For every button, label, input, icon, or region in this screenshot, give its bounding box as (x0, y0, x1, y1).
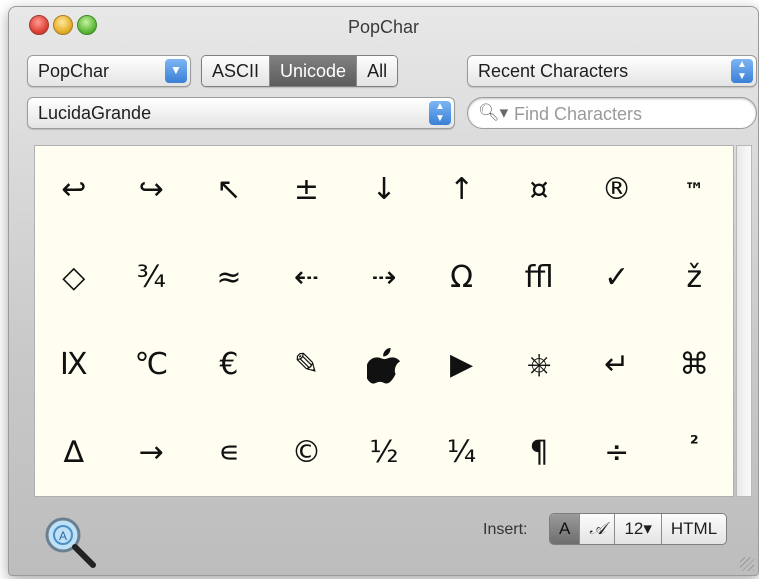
insert-html-button[interactable]: HTML (661, 514, 727, 544)
character-cell[interactable]: ⎈ (500, 321, 578, 409)
character-cell[interactable]: ✎ (268, 321, 346, 409)
character-cell[interactable]: ≈ (190, 234, 268, 322)
character-cell[interactable]: ∆ (35, 409, 113, 497)
character-cell[interactable]: ² (655, 409, 733, 497)
up-down-chevron-icon: ▲ ▼ (731, 59, 753, 83)
character-cell[interactable]: ⌘ (655, 321, 733, 409)
character-cell[interactable]: ¶ (500, 409, 578, 497)
character-cell[interactable]: ½ (345, 409, 423, 497)
character-cell[interactable]: ± (268, 146, 346, 234)
character-cell[interactable]: ✓ (578, 234, 656, 322)
character-cell[interactable]: © (268, 409, 346, 497)
character-cell[interactable]: ↑ (423, 146, 501, 234)
character-cell[interactable]: → (113, 409, 191, 497)
mode-unicode-button[interactable]: Unicode (270, 56, 358, 86)
up-down-chevron-icon: ▲ ▼ (429, 101, 451, 125)
character-cell[interactable]: ¼ (423, 409, 501, 497)
insert-format-segmented-control: A 𝒜 12▾ HTML (549, 513, 728, 545)
svg-text:A: A (59, 529, 67, 543)
character-cell[interactable]: ↵ (578, 321, 656, 409)
view-selector-label: Recent Characters (478, 61, 629, 81)
view-selector-popup[interactable]: Recent Characters ▲ ▼ (467, 55, 757, 87)
character-cell[interactable]: € (190, 321, 268, 409)
window-title: PopChar (347, 17, 420, 37)
character-cell[interactable]: ¤ (500, 146, 578, 234)
character-cell[interactable]: ▶ (423, 321, 501, 409)
character-cell[interactable]: ﬄ (500, 234, 578, 322)
find-characters-search: 🔍︎▾ (467, 97, 757, 129)
insert-size-button[interactable]: 12▾ (615, 514, 662, 544)
character-cell[interactable]: ↖ (190, 146, 268, 234)
search-icon[interactable]: 🔍︎▾ (478, 103, 508, 123)
font-selector-label: LucidaGrande (38, 103, 152, 123)
character-cell[interactable]: ® (578, 146, 656, 234)
character-cell[interactable]: ¾ (113, 234, 191, 322)
character-cell[interactable]: ↪ (113, 146, 191, 234)
magnifier-icon[interactable]: A (41, 513, 101, 573)
insert-label: Insert: (483, 521, 528, 538)
character-cell[interactable]: Ω (423, 234, 501, 322)
chevron-down-icon: ▼ (165, 59, 187, 83)
character-set-segmented-control: ASCII Unicode All (201, 55, 399, 87)
character-cell[interactable]: ⇢ (345, 234, 423, 322)
insert-plain-button[interactable]: A (550, 514, 581, 544)
character-cell[interactable]: ∊ (190, 409, 268, 497)
font-selector-popup[interactable]: LucidaGrande ▲ ▼ (27, 97, 455, 129)
character-cell[interactable]: ž (655, 234, 733, 322)
app-menu-popup[interactable]: PopChar ▼ (27, 55, 191, 87)
popchar-window: PopChar PopChar ▼ ASCII Unicode All Rece… (8, 6, 759, 576)
search-input[interactable] (512, 102, 746, 126)
character-cell[interactable]: ™ (655, 146, 733, 234)
character-cell[interactable]: ÷ (578, 409, 656, 497)
mode-ascii-button[interactable]: ASCII (202, 56, 271, 86)
apple-logo-icon (366, 347, 401, 384)
character-cell[interactable]: ◇ (35, 234, 113, 322)
character-cell[interactable]: Ⅸ (35, 321, 113, 409)
apple-logo-icon[interactable] (345, 321, 423, 409)
character-cell[interactable]: ⇠ (268, 234, 346, 322)
character-cell[interactable]: ℃ (113, 321, 191, 409)
magnifier-icon: A (45, 517, 96, 568)
app-menu-label: PopChar (38, 61, 110, 81)
character-grid: ↩ ↪ ↖ ± ↓ ↑ ¤ ® ™ ◇ ¾ ≈ ⇠ ⇢ Ω ﬄ ✓ ž Ⅸ ℃ … (34, 145, 734, 497)
vertical-scrollbar[interactable] (736, 145, 752, 497)
character-cell[interactable]: ↩ (35, 146, 113, 234)
insert-styled-button[interactable]: 𝒜 (580, 514, 616, 544)
resize-grip-icon[interactable] (740, 557, 754, 571)
character-cell[interactable]: ↓ (345, 146, 423, 234)
mode-all-button[interactable]: All (357, 56, 398, 86)
